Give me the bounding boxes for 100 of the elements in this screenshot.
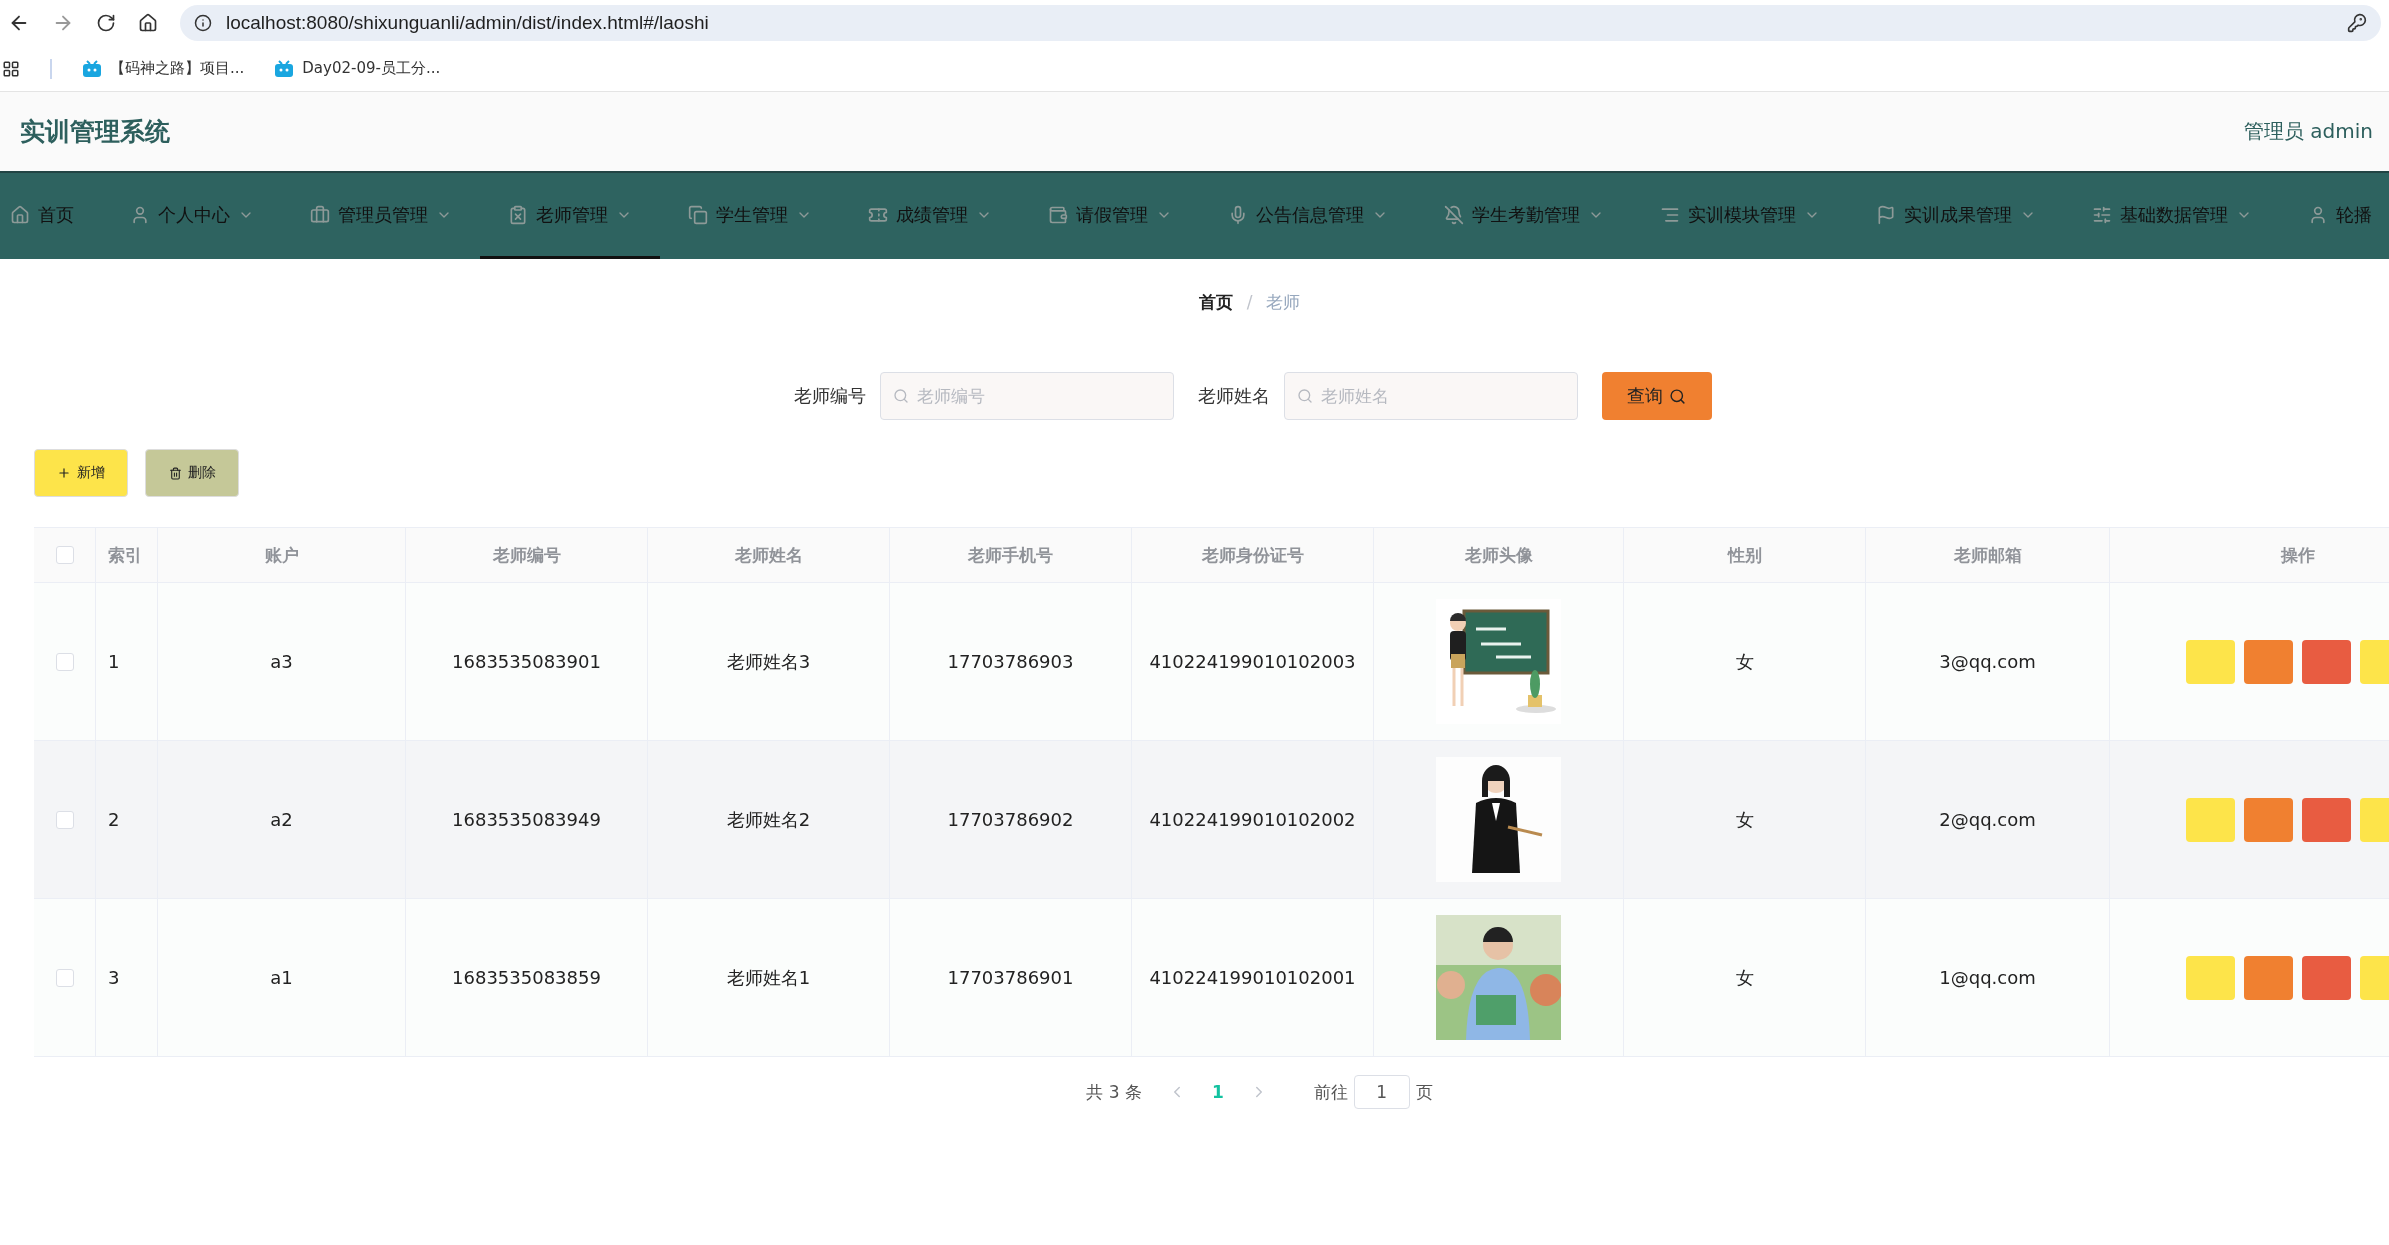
apps-icon[interactable] — [2, 59, 20, 78]
table-cell: 17703786903 — [947, 651, 1074, 672]
action-button[interactable] — [2244, 797, 2293, 842]
tv-icon — [82, 59, 102, 78]
column-header: 老师身份证号 — [1132, 528, 1374, 582]
briefcase-icon — [310, 204, 330, 225]
column-header: 老师手机号 — [890, 528, 1132, 582]
tv-icon — [274, 59, 295, 78]
breadcrumb-item: 老师 — [1266, 290, 1301, 314]
table-cell: 女 — [1735, 807, 1754, 832]
table-cell: 1683535083901 — [452, 651, 601, 672]
field-label: 老师姓名 — [1197, 384, 1270, 408]
table-cell: a3 — [270, 651, 293, 672]
table-cell: 3@qq.com — [1939, 651, 2036, 672]
table-cell: 410224199010102002 — [1149, 809, 1356, 830]
action-button[interactable] — [2302, 639, 2351, 684]
table-cell: 1683535083859 — [452, 967, 601, 988]
bookmark[interactable]: Day02-09-员工分... — [274, 59, 441, 78]
page-input[interactable]: 1 — [1353, 1075, 1410, 1109]
sliders-icon — [2092, 204, 2112, 225]
action-button[interactable] — [2302, 955, 2351, 1000]
column-header: 索引 — [96, 528, 158, 582]
checkbox[interactable] — [55, 968, 74, 987]
table-cell: a1 — [270, 967, 293, 988]
column-header: 操作 — [2110, 528, 2389, 582]
microphone-icon — [1228, 204, 1248, 225]
nav-item[interactable]: 请假管理 — [1020, 173, 1200, 259]
add-button[interactable]: 新增 — [34, 449, 128, 497]
column-header: 老师头像 — [1374, 528, 1624, 582]
checkbox[interactable] — [55, 546, 74, 564]
goto-label: 前往 — [1313, 1080, 1348, 1104]
bookmark[interactable]: 【码神之路】项目... — [82, 59, 245, 78]
total-count: 共 3 条 — [1086, 1080, 1142, 1104]
table-cell: 410224199010102001 — [1149, 967, 1356, 988]
checkbox[interactable] — [55, 652, 74, 671]
table-cell: 女 — [1735, 965, 1754, 990]
nav-item[interactable]: 实训模块管理 — [1632, 173, 1848, 259]
url-text: localhost:8080/shixunguanli/admin/dist/index.html#/laoshi — [226, 12, 709, 34]
action-button[interactable] — [2302, 797, 2351, 842]
breadcrumb-separator: / — [1246, 292, 1253, 312]
breadcrumb-item[interactable]: 首页 — [1198, 290, 1233, 314]
checkbox[interactable] — [55, 810, 74, 829]
nav-item[interactable]: 实训成果管理 — [1848, 173, 2064, 259]
info-icon[interactable] — [194, 14, 212, 32]
table-cell: 410224199010102003 — [1149, 651, 1356, 672]
nav-item[interactable]: 管理员管理 — [282, 173, 480, 259]
plus-icon — [57, 466, 71, 480]
table-cell: 老师姓名1 — [726, 965, 811, 990]
nav-item[interactable]: 轮播 — [2280, 173, 2389, 259]
column-header: 老师姓名 — [648, 528, 890, 582]
nav-item[interactable]: 公告信息管理 — [1200, 173, 1416, 259]
home-icon[interactable] — [138, 13, 158, 33]
table-cell: 2 — [108, 809, 120, 830]
column-header: 账户 — [158, 528, 406, 582]
nav-item[interactable]: 成绩管理 — [840, 173, 1020, 259]
action-button[interactable] — [2244, 955, 2293, 1000]
nav-item[interactable]: 基础数据管理 — [2064, 173, 2280, 259]
query-button[interactable]: 查询 — [1601, 372, 1712, 420]
app-title: 实训管理系统 — [20, 116, 170, 148]
search-icon — [1296, 388, 1313, 404]
reload-icon[interactable] — [96, 13, 116, 33]
table-cell: 1 — [108, 651, 120, 672]
column-header: 性别 — [1624, 528, 1866, 582]
table-cell: 1683535083949 — [452, 809, 601, 830]
home-icon — [10, 204, 30, 225]
action-button[interactable] — [2244, 639, 2293, 684]
user-label: 管理员 admin — [2243, 118, 2373, 145]
table-cell: 老师姓名2 — [726, 807, 811, 832]
user-icon — [130, 204, 150, 225]
table-cell: 17703786901 — [947, 967, 1074, 988]
nav-item[interactable]: 学生管理 — [660, 173, 840, 259]
trash-icon — [168, 466, 182, 480]
column-header: 老师邮箱 — [1866, 528, 2110, 582]
delete-button[interactable]: 删除 — [145, 449, 239, 497]
key-icon[interactable] — [2347, 13, 2367, 33]
table-cell: a2 — [270, 809, 293, 830]
clipboard-icon — [508, 204, 528, 225]
column-header: 老师编号 — [406, 528, 648, 582]
table-cell: 2@qq.com — [1939, 809, 2036, 830]
table-cell: 17703786902 — [947, 809, 1074, 830]
table-cell: 1@qq.com — [1939, 967, 2036, 988]
table-cell: 3 — [108, 967, 120, 988]
nav-item[interactable]: 学生考勤管理 — [1416, 173, 1632, 259]
nav-item[interactable]: 个人中心 — [102, 173, 282, 259]
table-cell: 老师姓名3 — [726, 649, 811, 674]
user-icon — [2308, 204, 2328, 225]
table-cell: 女 — [1735, 649, 1754, 674]
flag-icon — [1876, 204, 1896, 225]
nav-item[interactable]: 首页 — [0, 173, 102, 259]
nav-item[interactable]: 老师管理 — [480, 173, 660, 259]
field-label: 老师编号 — [793, 384, 866, 408]
bell-off-icon — [1444, 204, 1464, 225]
page-suffix: 页 — [1415, 1080, 1433, 1104]
search-field[interactable]: 老师姓名 — [1283, 372, 1578, 420]
copy-icon — [688, 204, 708, 225]
address-bar[interactable]: localhost:8080/shixunguanli/admin/dist/index.html#/laoshi — [180, 5, 2381, 41]
search-field[interactable]: 老师编号 — [879, 372, 1174, 420]
wallet-icon — [1048, 204, 1068, 225]
page-number[interactable]: 1 — [1211, 1082, 1224, 1102]
search-icon — [1669, 387, 1686, 405]
